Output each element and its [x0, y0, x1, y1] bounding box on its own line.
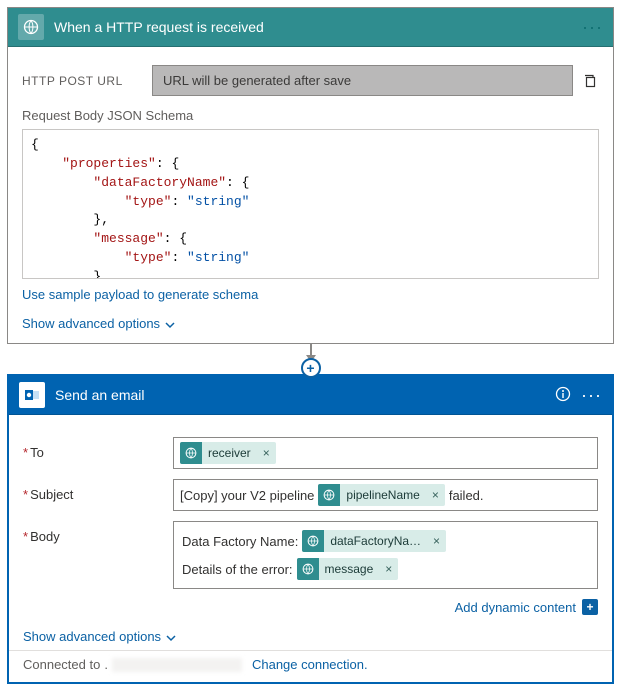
action-title: Send an email [55, 387, 555, 403]
token-icon [180, 442, 202, 464]
trigger-header[interactable]: When a HTTP request is received ··· [8, 8, 613, 47]
schema-label: Request Body JSON Schema [22, 108, 599, 123]
trigger-menu-button[interactable]: ··· [582, 18, 603, 36]
add-step-button[interactable] [301, 358, 321, 378]
to-label: To [23, 437, 173, 460]
token-remove[interactable]: × [257, 446, 276, 460]
sample-payload-link[interactable]: Use sample payload to generate schema [22, 287, 258, 302]
action-header[interactable]: Send an email ··· [9, 376, 612, 415]
action-card: Send an email ··· To receiver × Subject … [7, 374, 614, 684]
change-connection-link[interactable]: Change connection. [252, 657, 368, 672]
token-pipeline-name[interactable]: pipelineName × [318, 484, 444, 506]
token-icon [302, 530, 324, 552]
token-remove[interactable]: × [427, 534, 446, 548]
info-icon[interactable] [555, 386, 571, 405]
action-menu-button[interactable]: ··· [581, 386, 602, 404]
connection-name-redacted [112, 658, 242, 672]
token-icon [297, 558, 319, 580]
body-field[interactable]: Data Factory Name: dataFactoryNa… × Deta… [173, 521, 598, 589]
add-dynamic-content-button[interactable]: + [582, 599, 598, 615]
outlook-icon [19, 382, 45, 408]
token-remove[interactable]: × [379, 562, 398, 576]
subject-label: Subject [23, 479, 173, 502]
chevron-down-icon [165, 629, 177, 644]
add-dynamic-content-link[interactable]: Add dynamic content [455, 600, 576, 615]
copy-url-button[interactable] [581, 72, 599, 90]
trigger-body: HTTP POST URL URL will be generated afte… [8, 47, 613, 343]
post-url-field: URL will be generated after save [152, 65, 573, 96]
token-icon [318, 484, 340, 506]
token-remove[interactable]: × [426, 488, 445, 502]
connector [7, 344, 614, 380]
post-url-label: HTTP POST URL [22, 74, 152, 88]
trigger-card: When a HTTP request is received ··· HTTP… [7, 7, 614, 344]
token-receiver[interactable]: receiver × [180, 442, 276, 464]
trigger-title: When a HTTP request is received [54, 19, 582, 35]
to-field[interactable]: receiver × [173, 437, 598, 469]
schema-textarea[interactable]: { "properties": { "dataFactoryName": { "… [22, 129, 599, 279]
trigger-show-advanced[interactable]: Show advanced options [22, 316, 160, 331]
chevron-down-icon [164, 316, 176, 331]
action-body: To receiver × Subject [Copy] your V2 pip… [9, 415, 612, 682]
token-data-factory-name[interactable]: dataFactoryNa… × [302, 530, 446, 552]
subject-field[interactable]: [Copy] your V2 pipeline pipelineName × f… [173, 479, 598, 511]
token-message[interactable]: message × [297, 558, 399, 580]
action-show-advanced[interactable]: Show advanced options [23, 629, 161, 644]
http-icon [18, 14, 44, 40]
body-label: Body [23, 521, 173, 544]
divider [9, 650, 612, 651]
connected-to-label: Connected to [23, 657, 100, 672]
